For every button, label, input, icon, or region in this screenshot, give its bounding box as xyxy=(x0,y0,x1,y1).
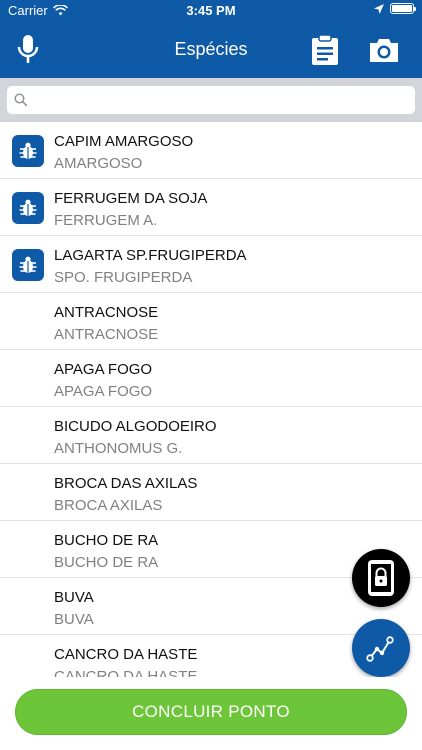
search-icon xyxy=(14,93,28,107)
species-alias: BROCA AXILAS xyxy=(54,497,163,514)
camera-button[interactable] xyxy=(364,30,404,70)
species-alias: BUCHO DE RA xyxy=(54,554,159,571)
conclude-point-button[interactable]: CONCLUIR PONTO xyxy=(15,689,407,735)
clipboard-button[interactable] xyxy=(305,30,345,70)
nav-bar: Espécies xyxy=(0,22,422,78)
route-icon xyxy=(366,636,394,662)
status-time: 3:45 PM xyxy=(186,3,236,18)
bug-icon xyxy=(12,135,44,167)
species-name: LAGARTA SP.FRUGIPERDA xyxy=(54,247,247,264)
species-name: BUVA xyxy=(54,589,94,606)
species-alias: SPO. FRUGIPERDA xyxy=(54,269,193,286)
species-name: CANCRO DA HASTE xyxy=(54,646,198,663)
species-name: BUCHO DE RA xyxy=(54,532,159,549)
lock-fab-button[interactable] xyxy=(352,549,410,607)
status-bar: Carrier 3:45 PM xyxy=(0,0,422,22)
species-alias: ANTRACNOSE xyxy=(54,326,159,343)
list-item[interactable]: CAPIM AMARGOSO AMARGOSO xyxy=(0,122,422,179)
species-alias: CANCRO DA HASTE xyxy=(54,668,198,677)
bug-icon xyxy=(12,192,44,224)
species-name: FERRUGEM DA SOJA xyxy=(54,190,208,207)
bug-icon xyxy=(12,249,44,281)
species-alias: APAGA FOGO xyxy=(54,383,153,400)
species-name: BROCA DAS AXILAS xyxy=(54,475,198,492)
footer: CONCLUIR PONTO xyxy=(0,677,422,750)
battery-icon xyxy=(390,3,416,14)
list-item[interactable]: APAGA FOGO APAGA FOGO xyxy=(0,350,422,407)
search-bar xyxy=(0,78,422,122)
location-arrow-icon xyxy=(374,3,384,14)
list-item[interactable]: LAGARTA SP.FRUGIPERDA SPO. FRUGIPERDA xyxy=(0,236,422,293)
species-name: ANTRACNOSE xyxy=(54,304,159,321)
list-item[interactable]: BROCA DAS AXILAS BROCA AXILAS xyxy=(0,464,422,521)
status-bar-right xyxy=(374,3,416,14)
list-item[interactable]: ANTRACNOSE ANTRACNOSE xyxy=(0,293,422,350)
species-alias: ANTHONOMUS G. xyxy=(54,440,183,457)
clipboard-icon xyxy=(312,34,338,65)
search-input[interactable] xyxy=(7,86,415,114)
route-fab-button[interactable] xyxy=(352,619,410,677)
battery-level xyxy=(392,5,412,12)
camera-icon xyxy=(370,39,398,62)
species-name: CAPIM AMARGOSO xyxy=(54,133,194,150)
species-name: APAGA FOGO xyxy=(54,361,153,378)
species-alias: AMARGOSO xyxy=(54,155,143,172)
page-title: Espécies xyxy=(174,39,248,59)
list-item[interactable]: FERRUGEM DA SOJA FERRUGEM A. xyxy=(0,179,422,236)
species-alias: BUVA xyxy=(54,611,94,628)
species-alias: FERRUGEM A. xyxy=(54,212,158,229)
phone-lock-icon xyxy=(368,560,394,596)
species-name: BICUDO ALGODOEIRO xyxy=(54,418,217,435)
list-item[interactable]: BICUDO ALGODOEIRO ANTHONOMUS G. xyxy=(0,407,422,464)
